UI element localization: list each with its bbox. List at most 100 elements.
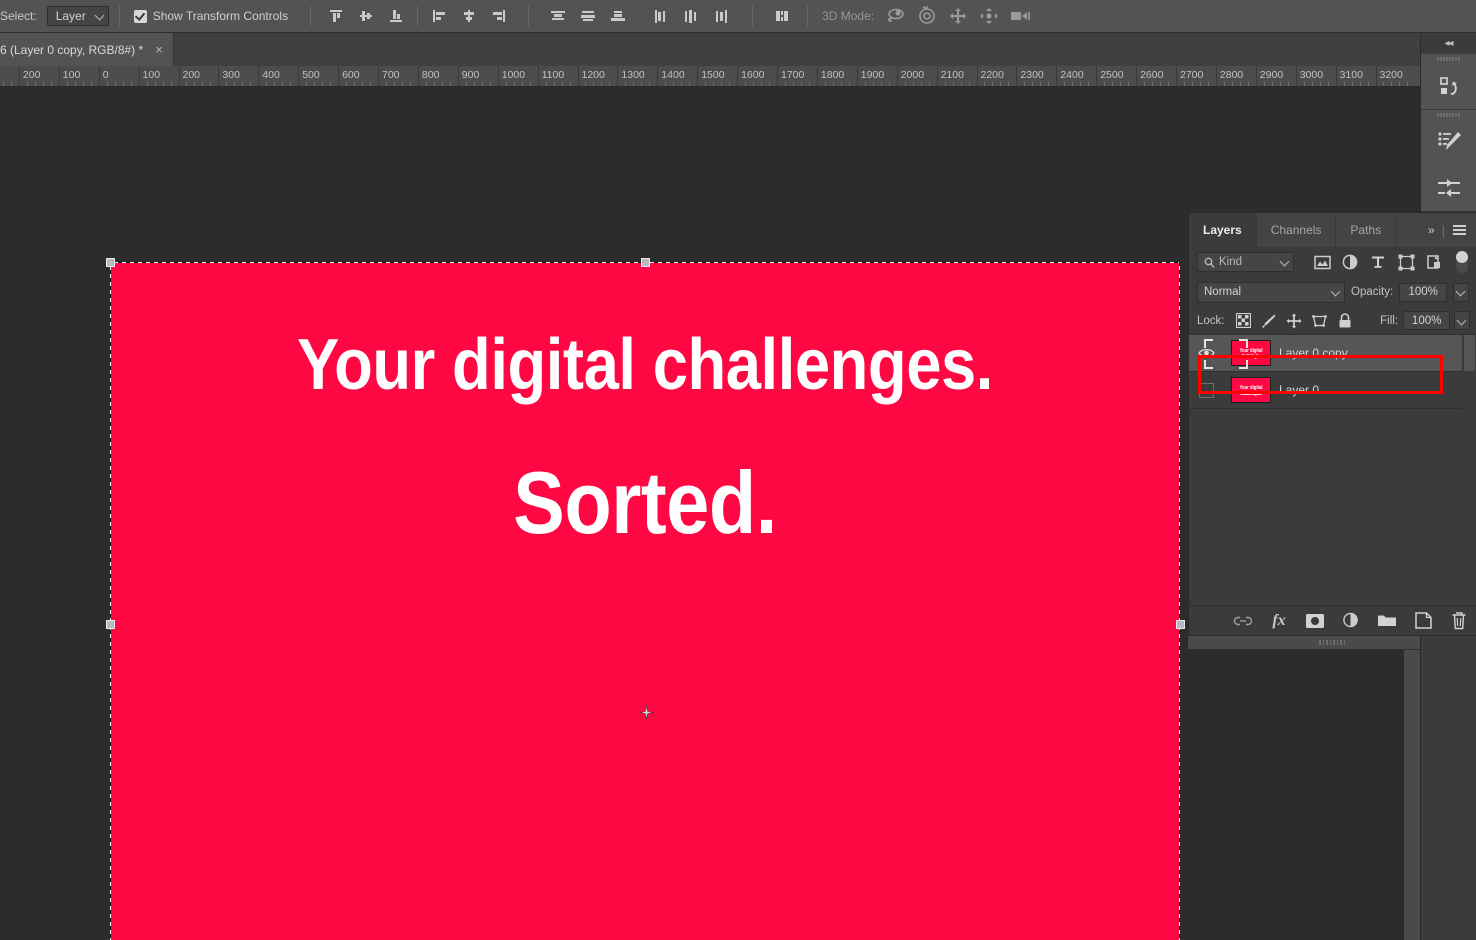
filter-adjustment-layers-icon[interactable] [1336,250,1364,274]
distribute-right-edges-button[interactable] [706,3,736,29]
align-left-edges-button[interactable] [424,3,454,29]
ruler-major-tick [1176,66,1177,86]
tab-channels-label: Channels [1270,223,1322,237]
ruler-minor-tick [449,82,451,86]
ruler-minor-tick [290,82,292,86]
add-layer-mask-icon[interactable] [1305,611,1325,631]
thumb-text-2: Sorted. [1242,354,1260,360]
lock-image-pixels-icon[interactable] [1256,310,1282,332]
filter-type-layers-icon[interactable] [1364,250,1392,274]
lock-position-icon[interactable] [1282,310,1308,332]
lock-artboard-nesting-icon[interactable] [1307,310,1333,332]
ruler-label: 2100 [940,69,964,81]
distribute-top-edges-button[interactable] [543,3,573,29]
filter-pixel-layers-icon[interactable] [1308,250,1336,274]
brush-settings-panel-icon[interactable] [1421,119,1476,165]
show-transform-controls-checkbox[interactable]: Show Transform Controls [133,9,288,23]
layers-scrollbar-thumb[interactable] [1464,335,1475,371]
layer-list: Your digital challenges. Sorted. Layer 0… [1189,335,1476,409]
ruler-minor-tick [1343,82,1345,86]
align-horizontal-centers-button[interactable] [454,3,484,29]
ruler-minor-tick [769,82,771,86]
new-layer-icon[interactable] [1413,611,1433,631]
ruler-minor-tick [641,82,643,86]
3d-scale-camera-icon[interactable] [1004,3,1035,29]
ruler-label: 3100 [1339,69,1363,81]
tab-layers[interactable]: Layers [1189,213,1257,247]
distribute-vertical-centers-button[interactable] [573,3,603,29]
ruler-minor-tick [601,82,603,86]
align-vertical-centers-button[interactable] [351,3,381,29]
fill-stepper-button[interactable] [1454,311,1470,330]
3d-roll-tool-icon[interactable] [911,3,942,29]
ruler-major-tick [378,66,379,86]
new-fill-adjustment-layer-icon[interactable] [1341,611,1361,631]
ruler-label: 1900 [860,69,885,81]
adjustments-panel-icon[interactable] [1421,165,1476,211]
align-bottom-edges-button[interactable] [381,3,411,29]
ruler-minor-tick [1120,82,1122,86]
document-tab[interactable]: 6 (Layer 0 copy, RGB/8#) * × [0,33,174,66]
3d-pan-tool-icon[interactable] [942,3,973,29]
collapse-panels-button[interactable]: ◂◂ [1421,33,1476,54]
layer-thumbnail-image: Your digital challenges. Sorted. [1231,340,1271,366]
new-group-icon[interactable] [1377,611,1397,631]
opacity-value-field[interactable]: 100% [1399,282,1448,302]
distribute-horizontal-centers-button[interactable] [676,3,706,29]
close-icon[interactable]: × [155,43,163,56]
3d-orbit-tool-icon[interactable] [880,3,911,29]
align-right-edges-button[interactable] [484,3,514,29]
distribute-left-edges-button[interactable] [646,3,676,29]
chevron-double-right-icon[interactable]: » [1428,223,1435,237]
ruler-label: 300 [222,69,240,81]
hamburger-menu-icon[interactable] [1453,225,1466,235]
dock-grip-2[interactable] [1421,110,1476,119]
ruler-minor-tick [665,82,667,86]
ruler-minor-tick [170,82,172,86]
history-panel-icon[interactable] [1421,63,1476,109]
lower-panel-scroll-gutter[interactable] [1404,650,1420,940]
ruler-minor-tick [1223,82,1225,86]
layer-name[interactable]: Layer 0 [1279,383,1319,397]
toolbar-divider-6 [752,6,754,26]
horizontal-ruler[interactable]: 3002001000100200300400500600700800900100… [0,66,1420,87]
lock-all-icon[interactable] [1333,310,1359,332]
table-row[interactable]: Your digital challenges. Sorted. Layer 0 [1189,372,1476,409]
ruler-major-tick [856,66,858,86]
layer-style-fx-icon[interactable]: fx [1269,611,1289,631]
layer-name[interactable]: Layer 0 copy [1279,346,1348,360]
filter-kind-dropdown[interactable]: Kind [1197,252,1295,272]
filter-shape-layers-icon[interactable] [1392,250,1420,274]
ruler-minor-tick [1064,82,1066,86]
ruler-minor-tick [745,82,747,86]
layer-visibility-toggle[interactable] [1189,382,1223,398]
dock-grip-1[interactable] [1421,54,1476,63]
ruler-minor-tick [920,82,922,86]
delete-layer-icon[interactable] [1449,611,1469,631]
auto-align-layers-button[interactable] [769,3,795,29]
layer-thumbnail[interactable]: Your digital challenges. Sorted. [1223,340,1279,366]
align-top-edges-button[interactable] [321,3,351,29]
artboard-image[interactable]: Your digital challenges. Sorted. [110,262,1180,940]
tab-channels[interactable]: Channels [1256,213,1337,247]
ruler-minor-tick [1383,82,1385,86]
layers-scrollbar[interactable] [1462,335,1476,409]
lock-transparent-pixels-icon[interactable] [1231,310,1257,332]
filter-smart-object-layers-icon[interactable] [1420,250,1448,274]
table-row[interactable]: Your digital challenges. Sorted. Layer 0… [1189,335,1476,372]
layer-thumbnail[interactable]: Your digital challenges. Sorted. [1223,377,1279,403]
link-layers-icon[interactable] [1233,611,1253,631]
fill-value-field[interactable]: 100% [1403,311,1451,330]
ruler-label: 300 [0,69,1,81]
ruler-major-tick [1375,66,1377,86]
ruler-major-tick [18,66,20,86]
layer-visibility-toggle[interactable] [1189,347,1223,359]
3d-slide-tool-icon[interactable] [973,3,1004,29]
distribute-bottom-edges-button[interactable] [603,3,633,29]
select-target-dropdown[interactable]: Layer [46,6,109,26]
opacity-stepper-button[interactable] [1453,282,1470,302]
toggle-layer-filtering[interactable] [1456,251,1468,273]
ruler-minor-tick [1168,82,1170,86]
tab-paths[interactable]: Paths [1336,213,1397,247]
blend-mode-dropdown[interactable]: Normal [1197,281,1345,303]
